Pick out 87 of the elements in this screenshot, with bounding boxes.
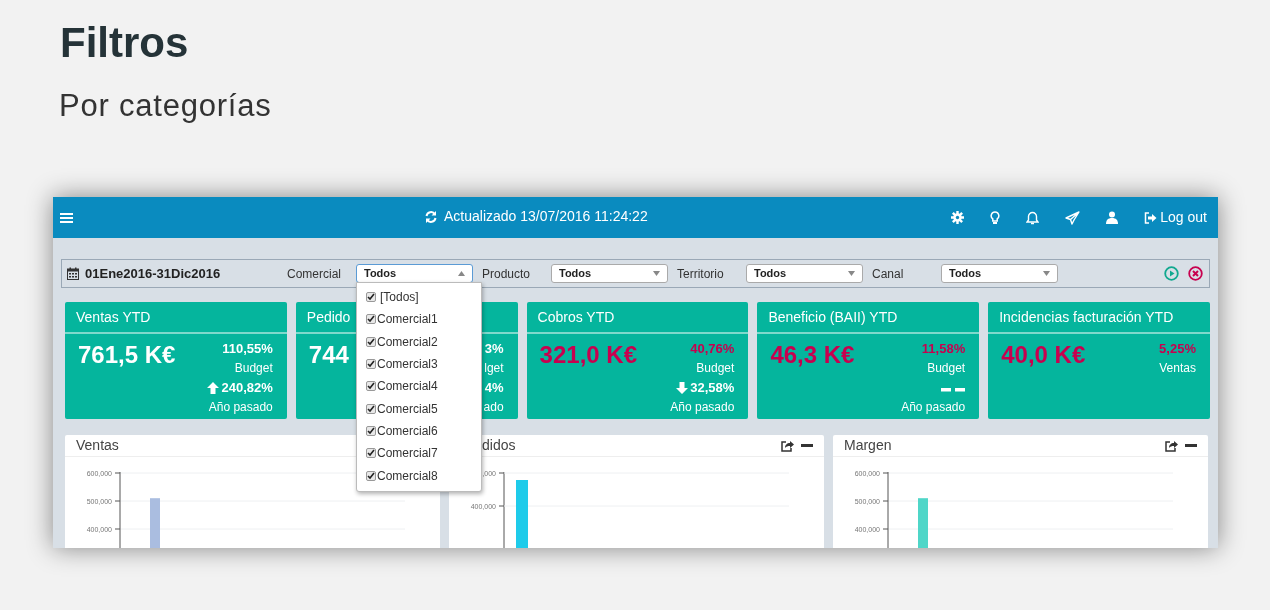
kpi-caption: Budget — [927, 360, 966, 377]
slide-title: Filtros — [60, 22, 189, 64]
checkbox[interactable] — [366, 448, 376, 459]
menu-icon[interactable] — [60, 211, 73, 224]
calendar-icon — [67, 267, 79, 280]
filter-label: Comercial — [287, 265, 342, 283]
filter-label: Producto — [482, 265, 532, 283]
share-icon[interactable] — [1165, 439, 1178, 452]
kpi-percentage: 11,58% — [921, 339, 966, 358]
kpi-caption: Año pasado — [670, 399, 735, 416]
y-tick — [114, 472, 121, 474]
checkbox[interactable] — [366, 292, 376, 303]
card-title: Beneficio (BAII) YTD — [768, 307, 898, 327]
bar — [150, 498, 160, 548]
card-title: Cobros YTD — [537, 307, 615, 327]
y-tick — [114, 500, 121, 502]
filter-select[interactable]: Todos — [356, 264, 473, 283]
dropdown-option[interactable]: Comercial4 — [366, 377, 481, 396]
kpi-caption: lget — [484, 360, 504, 377]
kpi-percentage: 4% — [484, 378, 504, 397]
dropdown-option[interactable]: Comercial3 — [366, 354, 481, 374]
card-title: Pedido — [306, 307, 351, 327]
filter-select[interactable]: Todos — [746, 264, 863, 283]
bar — [918, 498, 928, 548]
kpi-value: 321,0 K€ — [539, 340, 637, 370]
dropdown-option[interactable]: Comercial6 — [366, 421, 481, 441]
kpi-percentage: 3% — [484, 339, 504, 358]
checkbox[interactable] — [366, 403, 376, 414]
date-range: 01Ene2016-31Dic2016 — [85, 264, 221, 283]
slide-subtitle: Por categorías — [59, 90, 272, 121]
bell-icon[interactable] — [1026, 210, 1040, 225]
kpi-percentage: 110,55% — [222, 339, 273, 358]
kpi-caption: Budget — [234, 360, 273, 377]
kpi-value: 761,5 K€ — [78, 340, 176, 370]
dropdown-option[interactable]: Comercial2 — [366, 332, 481, 351]
lightbulb-icon[interactable] — [990, 210, 1001, 225]
dropdown-option[interactable]: Comercial1 — [366, 310, 481, 329]
checkbox[interactable] — [366, 336, 376, 347]
y-tick — [882, 528, 889, 530]
logout-icon — [1144, 211, 1158, 224]
paper-plane-icon[interactable] — [1065, 210, 1081, 225]
dropdown-option[interactable]: Comercial8 — [366, 466, 481, 485]
dropdown-option[interactable]: Comercial7 — [366, 444, 481, 463]
kpi-value: 744 — [308, 340, 349, 370]
kpi-percentage: 240,82% — [221, 378, 273, 397]
kpi-percentage: 32,58% — [690, 378, 735, 397]
chart-title: Ventas — [76, 436, 119, 455]
card-title: Ventas YTD — [76, 307, 151, 327]
caret-down-icon — [848, 271, 855, 276]
logout-link[interactable]: Log out — [1144, 207, 1207, 228]
kpi-value: 40,0 K€ — [1001, 340, 1086, 370]
kpi-caption: ado — [483, 399, 504, 416]
share-icon[interactable] — [781, 439, 794, 452]
update-status: Actualizado 13/07/2016 11:24:22 — [444, 207, 648, 226]
filter-select[interactable]: Todos — [551, 264, 668, 283]
filter-label: Canal — [872, 265, 905, 283]
filter-label: Territorio — [677, 265, 725, 283]
kpi-value: 46,3 K€ — [770, 340, 855, 370]
y-tick — [114, 528, 121, 530]
y-tick — [882, 500, 889, 502]
checkbox[interactable] — [366, 425, 376, 436]
chart-title: Margen — [844, 436, 892, 455]
close-icon[interactable] — [1188, 266, 1203, 281]
filter-select[interactable]: Todos — [941, 264, 1058, 283]
kpi-caption: Año pasado — [208, 399, 273, 416]
arrow-down-icon — [676, 381, 689, 394]
card-title: Incidencias facturación YTD — [999, 307, 1174, 327]
checkbox[interactable] — [366, 359, 376, 370]
user-icon[interactable] — [1106, 211, 1119, 224]
kpi-percentage: 5,25% — [1159, 339, 1196, 358]
kpi-caption: Budget — [696, 360, 735, 377]
caret-down-icon — [653, 271, 660, 276]
settings-icon[interactable] — [951, 211, 965, 224]
y-tick — [882, 472, 889, 474]
caret-down-icon — [1043, 271, 1050, 276]
kpi-percentage: 40,76% — [690, 339, 735, 358]
dropdown-option[interactable]: [Todos] — [366, 288, 481, 307]
refresh-icon[interactable] — [424, 209, 438, 224]
kpi-caption: Ventas — [1159, 360, 1196, 377]
dropdown-option[interactable]: Comercial5 — [366, 399, 481, 418]
checkbox[interactable] — [366, 470, 376, 481]
checkbox[interactable] — [366, 314, 376, 325]
arrow-up-icon — [207, 381, 220, 394]
checkbox[interactable] — [366, 381, 376, 392]
caret-up-icon — [458, 271, 465, 276]
chart-title: didos — [482, 436, 516, 455]
kpi-caption: Año pasado — [901, 399, 966, 416]
